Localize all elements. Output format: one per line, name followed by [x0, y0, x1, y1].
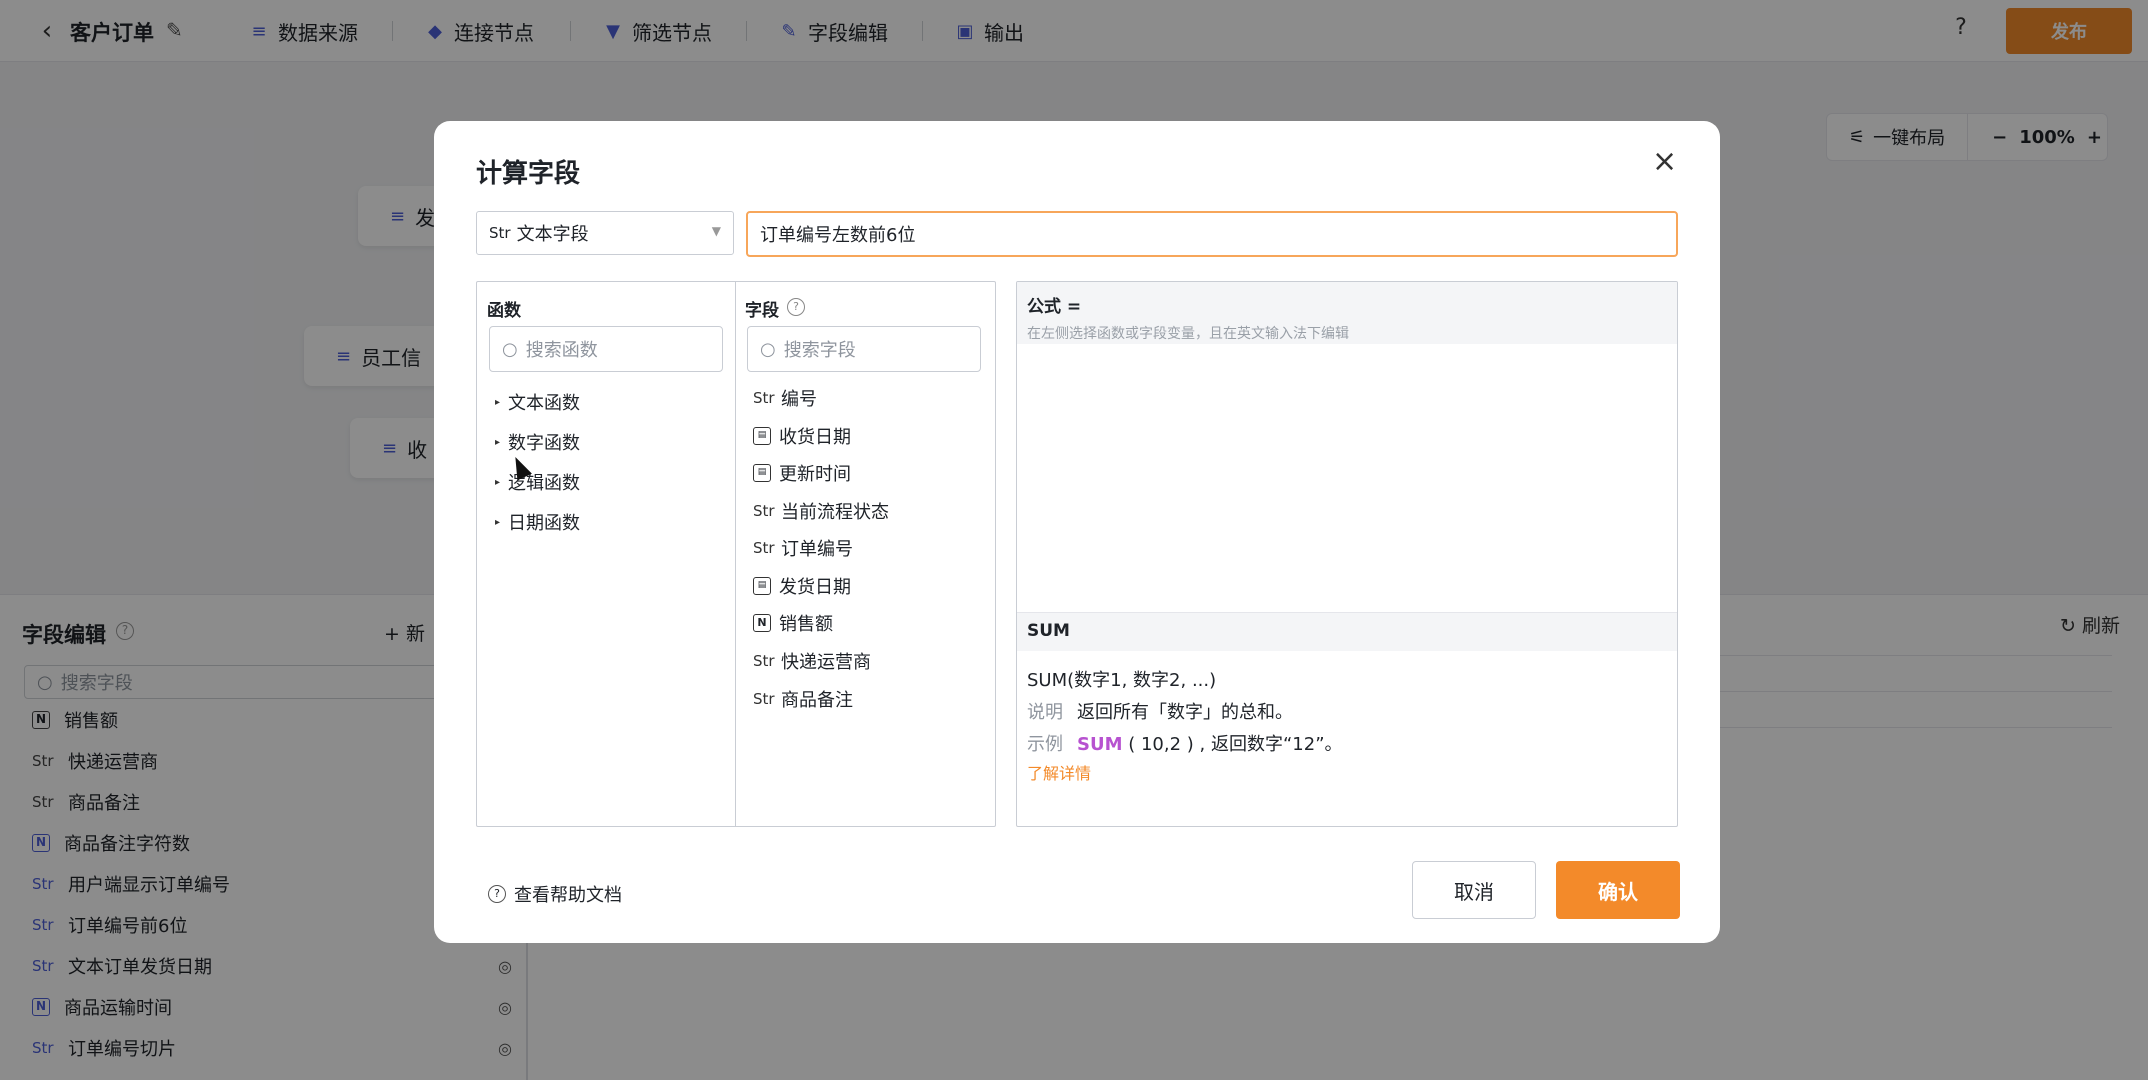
field-item[interactable]: Str 订单编号 [753, 534, 853, 562]
dialog-title: 计算字段 [476, 159, 581, 189]
field-type-select[interactable]: Str 文本字段 ▼ [476, 211, 734, 255]
help-doc-label: 查看帮助文档 [514, 885, 622, 906]
field-item[interactable]: N 销售额 [753, 609, 833, 637]
help-doc-link[interactable]: ? 查看帮助文档 [488, 881, 622, 907]
string-type-icon: Str [753, 502, 775, 520]
function-example: 示例 SUM ( 10,2 ) , 返回数字“12”。 [1027, 730, 1343, 756]
calendar-icon: ▤ [753, 427, 771, 445]
field-item[interactable]: Str 商品备注 [753, 685, 853, 713]
formula-hint: 在左侧选择函数或字段变量，且在英文输入法下编辑 [1027, 326, 1349, 342]
field-item[interactable]: ▤ 更新时间 [753, 459, 851, 487]
confirm-button[interactable]: 确认 [1556, 861, 1680, 919]
cancel-button[interactable]: 取消 [1412, 861, 1536, 919]
function-description: 说明 返回所有「数字」的总和。 [1027, 698, 1293, 724]
learn-more-link[interactable]: 了解详情 [1027, 760, 1091, 784]
field-item-label: 当前流程状态 [781, 502, 889, 523]
caret-right-icon: ▸ [495, 516, 501, 528]
field-item-label: 收货日期 [779, 427, 851, 448]
formula-label: 公式 = [1027, 297, 1082, 317]
string-type-icon: Str [489, 224, 511, 242]
caret-right-icon: ▸ [495, 436, 501, 448]
caret-right-icon: ▸ [495, 476, 501, 488]
field-item-label: 更新时间 [779, 464, 851, 485]
function-category-label: 日期函数 [508, 513, 581, 534]
description-label: 说明 [1027, 702, 1063, 723]
field-item-label: 商品备注 [781, 690, 853, 711]
description-text: 返回所有「数字」的总和。 [1077, 702, 1293, 723]
number-type-icon: N [753, 614, 771, 632]
calendar-icon: ▤ [753, 464, 771, 482]
function-category-number[interactable]: ▸ 数字函数 [495, 428, 580, 456]
functions-header: 函数 [487, 301, 521, 321]
column-divider [735, 282, 736, 826]
chevron-down-icon: ▼ [711, 224, 721, 238]
function-category-label: 数字函数 [508, 433, 581, 454]
help-circle-icon[interactable]: ? [787, 298, 805, 316]
field-item[interactable]: Str 编号 [753, 384, 817, 412]
formula-editor[interactable]: 公式 = 在左侧选择函数或字段变量，且在英文输入法下编辑 SUM SUM(数字1… [1016, 281, 1678, 827]
function-search-placeholder: 搜索函数 [525, 340, 598, 361]
field-type-value: 文本字段 [516, 224, 589, 245]
calendar-icon: ▤ [753, 577, 771, 595]
caret-right-icon: ▸ [495, 396, 501, 408]
string-type-icon: Str [753, 539, 775, 557]
function-category-date[interactable]: ▸ 日期函数 [495, 508, 580, 536]
picker-box: 函数 ○ 搜索函数 ▸ 文本函数 ▸ 数字函数 ▸ 逻辑函数 ▸ 日期函数 字段… [476, 281, 996, 827]
field-item-label: 快递运营商 [781, 652, 871, 673]
function-search-input[interactable]: ○ 搜索函数 [489, 326, 723, 372]
field-name-input[interactable]: 订单编号左数前6位 [746, 211, 1678, 257]
field-item[interactable]: ▤ 收货日期 [753, 422, 851, 450]
example-keyword: SUM [1077, 734, 1123, 755]
search-icon: ○ [760, 338, 776, 360]
function-category-label: 文本函数 [508, 393, 581, 414]
function-doc-title: SUM [1017, 613, 1677, 651]
string-type-icon: Str [753, 690, 775, 708]
help-circle-icon: ? [488, 885, 506, 903]
formula-header: 公式 = 在左侧选择函数或字段变量，且在英文输入法下编辑 [1017, 282, 1677, 344]
string-type-icon: Str [753, 389, 775, 407]
field-item[interactable]: ▤ 发货日期 [753, 572, 851, 600]
field-item-label: 订单编号 [781, 539, 853, 560]
function-signature: SUM(数字1, 数字2, ...) [1027, 670, 1217, 691]
function-category-logic[interactable]: ▸ 逻辑函数 [495, 468, 580, 496]
field-item[interactable]: Str 快递运营商 [753, 647, 871, 675]
close-icon[interactable]: × [1652, 147, 1677, 177]
example-label: 示例 [1027, 734, 1063, 755]
example-text: ( 10,2 ) , 返回数字“12”。 [1128, 734, 1343, 755]
field-item-label: 发货日期 [779, 577, 851, 598]
field-search-input[interactable]: ○ 搜索字段 [747, 326, 981, 372]
search-icon: ○ [502, 338, 518, 360]
string-type-icon: Str [753, 652, 775, 670]
calculated-field-dialog: 计算字段 × Str 文本字段 ▼ 订单编号左数前6位 函数 ○ 搜索函数 ▸ … [434, 121, 1720, 943]
function-category-text[interactable]: ▸ 文本函数 [495, 388, 580, 416]
field-item-label: 编号 [781, 389, 817, 410]
field-item[interactable]: Str 当前流程状态 [753, 497, 889, 525]
field-search-placeholder: 搜索字段 [783, 340, 856, 361]
field-item-label: 销售额 [779, 614, 833, 635]
fields-header: 字段 [745, 301, 779, 321]
